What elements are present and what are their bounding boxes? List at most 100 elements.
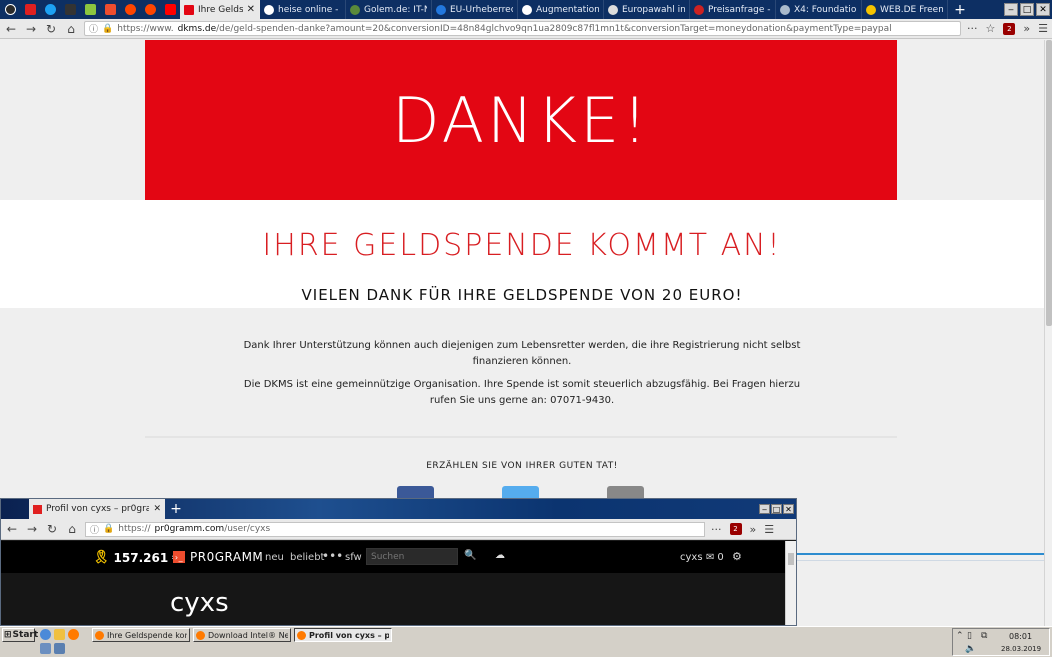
- golem-favicon-icon: [350, 4, 360, 15]
- taskbar-item-dkms[interactable]: Ihre Geldspende kommt ...: [92, 628, 190, 642]
- pr0gramm-page: 🎗 157.261 € ›_ PR0GRAMM neu beliebt ••• …: [1, 541, 785, 625]
- clock-date[interactable]: 28.03.2019: [1001, 645, 1041, 653]
- browser-tab-bar: Ihre Geldspende ✕ heise online - IT-News…: [0, 0, 1052, 19]
- sfw-filter-toggle[interactable]: sfw: [345, 552, 362, 563]
- back-button[interactable]: ←: [4, 22, 18, 36]
- tab-europawahl[interactable]: Europawahl in Deut: [604, 0, 690, 19]
- firefox-icon: [297, 630, 306, 640]
- benis-score: 🎗 157.261 €: [93, 550, 181, 565]
- pinned-tab-6[interactable]: [100, 0, 120, 19]
- pinned-tab-3[interactable]: [40, 0, 60, 19]
- tab-close-icon[interactable]: ✕: [153, 504, 161, 514]
- nav-more-button[interactable]: •••: [322, 549, 343, 563]
- tax-info-paragraph: Die DKMS ist eine gemeinnützige Organisa…: [243, 379, 801, 406]
- github-icon: [4, 4, 16, 15]
- info-icon[interactable]: ⓘ: [90, 523, 99, 536]
- pr0gramm-logo[interactable]: ›_ PR0GRAMM: [173, 550, 263, 564]
- tab-augmentations[interactable]: Augmentations | F: [518, 0, 604, 19]
- hamburger-menu-icon[interactable]: ☰: [764, 523, 774, 536]
- taskbar-item-intel-download[interactable]: Download Intel® Networ...: [193, 628, 291, 642]
- home-button[interactable]: ⌂: [65, 522, 79, 536]
- minimize-button[interactable]: ‒: [1004, 3, 1018, 16]
- tab-close-icon[interactable]: ✕: [247, 4, 255, 15]
- ublock-extension-icon[interactable]: 2: [1003, 22, 1016, 35]
- overflow-menu-icon[interactable]: »: [1023, 22, 1030, 35]
- eu-favicon-icon: [436, 4, 446, 15]
- firefox-quicklaunch-icon[interactable]: [68, 629, 79, 640]
- green-app-icon: [84, 4, 96, 15]
- gear-icon[interactable]: ⚙: [732, 550, 742, 563]
- firefox-icon: [196, 630, 205, 640]
- ublock-extension-icon[interactable]: 2: [729, 523, 742, 535]
- taskbar-item-pr0gramm[interactable]: Profil von cyxs – pr0g...: [294, 628, 392, 642]
- scrollbar-thumb[interactable]: [1046, 40, 1052, 326]
- pinned-tab-4[interactable]: [60, 0, 80, 19]
- reload-button[interactable]: ↻: [45, 522, 59, 536]
- ribbon-icon: 🎗: [93, 550, 110, 565]
- forward-button[interactable]: →: [24, 22, 38, 36]
- url-path: /de/geld-spenden-danke?amount=20&convers…: [216, 23, 892, 34]
- tab-webde[interactable]: WEB.DE Freemail: [862, 0, 948, 19]
- tab-dkms[interactable]: Ihre Geldspende ✕: [180, 0, 260, 19]
- outlook-quicklaunch-icon[interactable]: [54, 629, 65, 640]
- tray-network-icon[interactable]: ⧉: [981, 631, 987, 641]
- tab-x4-foundations[interactable]: X4: Foundations be: [776, 0, 862, 19]
- maximize-button[interactable]: □: [1020, 3, 1034, 16]
- upload-icon[interactable]: ☁: [495, 550, 505, 561]
- tray-expand-icon[interactable]: ⌃: [956, 631, 964, 641]
- new-tab-button[interactable]: +: [165, 499, 187, 519]
- tab-pr0gramm-profile[interactable]: Profil von cyxs – pr0gramm.com ✕: [29, 499, 165, 519]
- network-quicklaunch-icon[interactable]: [40, 643, 51, 654]
- info-icon[interactable]: ⓘ: [89, 22, 98, 35]
- reload-button[interactable]: ↻: [44, 22, 58, 36]
- windows-logo-icon: ⊞: [4, 630, 12, 640]
- home-button[interactable]: ⌂: [64, 22, 78, 36]
- nav-top-link[interactable]: beliebt: [290, 552, 324, 563]
- search-icon[interactable]: 🔍: [464, 550, 476, 561]
- page-actions-button[interactable]: ···: [711, 523, 722, 536]
- pr0gramm-logo-icon: ›_: [173, 551, 185, 563]
- mail-icon: ✉: [706, 552, 715, 563]
- windows-taskbar: ⊞ Start Ihre Geldspende kommt ... Downlo…: [0, 626, 1052, 657]
- minimize-button[interactable]: ‒: [759, 504, 770, 514]
- close-window-button[interactable]: ✕: [783, 504, 794, 514]
- tab-heise[interactable]: heise online - IT-News: [260, 0, 346, 19]
- url-domain: pr0gramm.com: [154, 524, 225, 534]
- back-button[interactable]: ←: [5, 522, 19, 536]
- nav-new-link[interactable]: neu: [265, 552, 284, 563]
- url-bar[interactable]: ⓘ 🔒 https://www. dkms.de/de/geld-spenden-…: [84, 21, 962, 36]
- url-bar[interactable]: ⓘ 🔒 https://pr0gramm.com/user/cyxs: [85, 521, 705, 537]
- ie-quicklaunch-icon[interactable]: [40, 629, 51, 640]
- new-tab-button[interactable]: +: [948, 0, 972, 19]
- page-scrollbar[interactable]: [1044, 40, 1052, 626]
- clock-time[interactable]: 08:01: [1009, 632, 1032, 641]
- messages-button[interactable]: ✉ 0: [706, 552, 724, 563]
- desktop-quicklaunch-icon[interactable]: [54, 643, 65, 654]
- start-button[interactable]: ⊞ Start: [2, 628, 38, 642]
- pinned-tab-9[interactable]: [160, 0, 180, 19]
- maximize-button[interactable]: □: [771, 504, 782, 514]
- pinned-tab-2[interactable]: [20, 0, 40, 19]
- tab-preisanfrage[interactable]: Preisanfrage - DEK: [690, 0, 776, 19]
- pinned-tab-1[interactable]: [0, 0, 20, 19]
- tray-device-icon[interactable]: ▯: [967, 631, 972, 641]
- tab-golem[interactable]: Golem.de: IT-News: [346, 0, 432, 19]
- pinned-tab-8[interactable]: [140, 0, 160, 19]
- heise-favicon-icon: [264, 4, 274, 15]
- volume-icon[interactable]: 🔈: [965, 644, 976, 654]
- hamburger-menu-icon[interactable]: ☰: [1038, 22, 1048, 35]
- url-prefix: https://: [118, 524, 151, 534]
- overflow-menu-icon[interactable]: »: [750, 523, 757, 536]
- scrollbar-thumb[interactable]: [788, 553, 794, 565]
- pinned-tab-5[interactable]: [80, 0, 100, 19]
- bookmark-star-icon[interactable]: ☆: [986, 22, 996, 35]
- page-actions-button[interactable]: ···: [967, 22, 978, 35]
- forward-button[interactable]: →: [25, 522, 39, 536]
- fandom-favicon-icon: [522, 4, 532, 15]
- pinned-tab-7[interactable]: [120, 0, 140, 19]
- close-window-button[interactable]: ✕: [1036, 3, 1050, 16]
- window2-scrollbar[interactable]: [785, 541, 796, 625]
- search-input[interactable]: [366, 548, 458, 565]
- tab-eu-urheberrecht[interactable]: EU-Urheberrecht: b: [432, 0, 518, 19]
- username-link[interactable]: cyxs: [680, 552, 703, 563]
